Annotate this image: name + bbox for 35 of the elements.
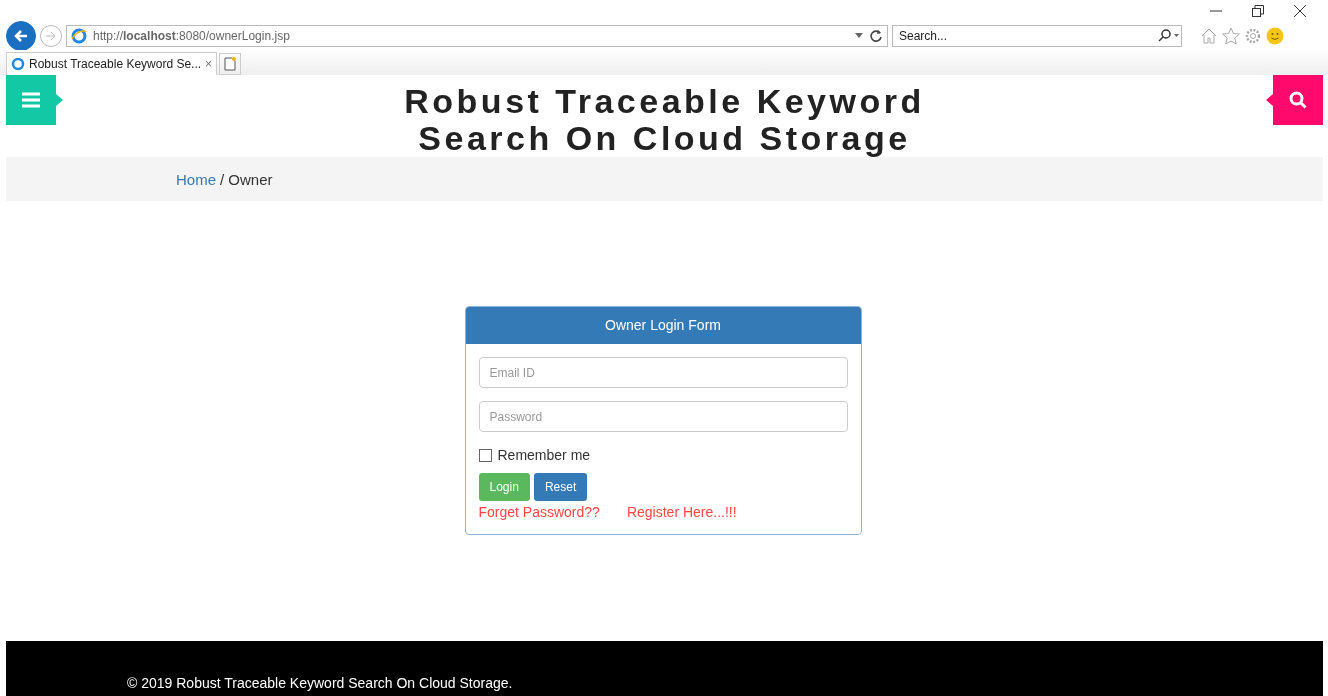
search-field[interactable]: Search...: [892, 25, 1182, 47]
card-title: Owner Login Form: [465, 307, 861, 344]
back-button[interactable]: [6, 21, 36, 51]
forgot-password-link[interactable]: Forget Password??: [478, 504, 600, 520]
close-icon[interactable]: [1294, 5, 1306, 17]
footer-text: © 2019 Robust Traceable Keyword Search On Cloud Storage.: [127, 675, 513, 691]
reset-button[interactable]: Reset: [533, 473, 588, 501]
remember-checkbox[interactable]: [478, 448, 492, 462]
register-link[interactable]: Register Here...!!!: [626, 504, 737, 520]
smiley-icon[interactable]: [1266, 27, 1284, 45]
refresh-icon[interactable]: [869, 29, 883, 43]
input-field[interactable]: Password: [478, 401, 848, 432]
input-field[interactable]: Email ID: [478, 357, 848, 388]
browser-logo-icon: [11, 57, 25, 71]
browser-tab[interactable]: Robust Traceable Keyword Se... ×: [6, 52, 218, 75]
star-icon[interactable]: [1222, 27, 1240, 45]
remember-label: Remember me: [497, 447, 591, 463]
new-tab-button[interactable]: [219, 53, 242, 75]
restore-icon[interactable]: [1252, 5, 1264, 17]
home-icon[interactable]: [1200, 27, 1218, 45]
login-button[interactable]: Login: [478, 473, 530, 501]
address-bar[interactable]: http://localhost:8080/ownerLogin.jsp: [66, 25, 888, 47]
site-title: Robust Traceable Keyword Search On Cloud Storage: [404, 83, 925, 157]
gear-icon[interactable]: [1244, 27, 1262, 45]
breadcrumb-current: / Owner: [220, 170, 273, 188]
search-button[interactable]: [1266, 75, 1323, 125]
home-link[interactable]: Home: [176, 170, 216, 188]
page-icon: [224, 57, 237, 71]
url-text: http://localhost:8080/ownerLogin.jsp: [93, 29, 291, 43]
browser-logo-icon: [71, 28, 87, 44]
search-icon: [1289, 91, 1307, 109]
arrow-left-icon: [13, 28, 29, 44]
dropdown-caret-icon[interactable]: [855, 33, 863, 39]
arrow-right-icon: [45, 30, 57, 42]
menu-icon: [22, 92, 40, 108]
